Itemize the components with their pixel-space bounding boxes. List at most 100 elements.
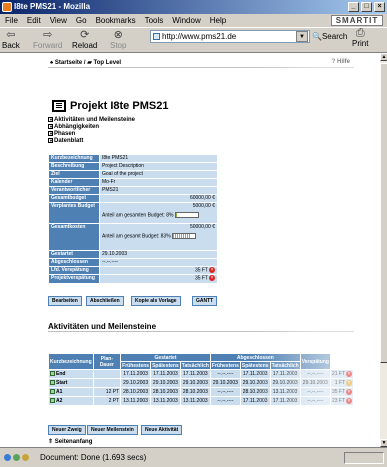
field-value-text: I8te PMS21	[102, 155, 129, 161]
new-milestone-button[interactable]: Neuer Meilenstein	[87, 425, 138, 435]
field-label: Ziel	[49, 171, 99, 178]
close-button[interactable]: ×	[374, 2, 385, 12]
menu-help[interactable]: Help	[210, 16, 226, 25]
field-value: I8te PMS21	[100, 155, 217, 162]
budget-share-text: Anteil am gesamt Budget: 83%	[102, 233, 171, 240]
section-link-activities[interactable]: ▼Aktivitäten und Meilensteine	[48, 117, 135, 123]
subheader: Frühestens	[210, 362, 240, 369]
close-project-button[interactable]: Abschließen	[86, 296, 124, 306]
info-row: Kalender Mo-Fr	[49, 179, 217, 186]
help-link[interactable]: ? Hilfe	[332, 59, 350, 65]
delay-value: 1 FT	[334, 380, 345, 386]
breadcrumb: ♠ Startseite / ▰ Top Level ? Hilfe	[50, 59, 350, 66]
delay-cell: 21 FT ×	[330, 370, 353, 378]
stop-button[interactable]: ⊗ Stop	[110, 29, 126, 50]
vertical-scrollbar[interactable]: ▲ ▼	[379, 53, 387, 447]
field-label: Verantwortlicher	[49, 187, 99, 194]
activity-name-cell[interactable]: Start	[49, 379, 93, 387]
activity-icon	[50, 398, 55, 404]
menu-bookmarks[interactable]: Bookmarks	[96, 16, 136, 25]
info-row: Kurzbezeichnung I8te PMS21	[49, 155, 217, 162]
plan-duration-cell: 12 PT	[93, 388, 121, 396]
table-row[interactable]: Start 29.10.2003 29.10.2003 29.10.2003 29.10…	[49, 379, 353, 387]
edit-button[interactable]: Bearbeiten	[48, 296, 82, 306]
info-row: Abgeschlossen --.--.----	[49, 259, 217, 266]
delay-warning-icon: ×	[346, 379, 352, 386]
up-arrow-icon: ⇑	[48, 439, 54, 445]
scroll-up-arrow[interactable]: ▲	[380, 53, 387, 61]
date-cell: 13.11.2003	[180, 397, 210, 405]
field-label: Gestartet	[49, 251, 99, 258]
menu-file[interactable]: File	[5, 16, 18, 25]
maximize-button[interactable]: □	[361, 2, 372, 12]
menu-edit[interactable]: Edit	[27, 16, 41, 25]
activity-name-cell[interactable]: End	[49, 370, 93, 378]
back-arrow-icon: ⇦	[6, 29, 16, 41]
date-cell: 13.11.2003	[151, 397, 180, 405]
date-cell: --.--.----	[300, 388, 330, 396]
date-cell: --.--.----	[210, 388, 240, 396]
planned-budget-row: Verplantes Budget 5000,00 € Anteil am gesa…	[49, 203, 217, 223]
url-input[interactable]: http://www.pms21.de	[150, 30, 310, 43]
activity-name-cell[interactable]: A1	[49, 388, 93, 396]
print-button[interactable]: ⎙ Print	[352, 27, 368, 48]
section-link-dependencies[interactable]: ▼Abhängigkeiten	[48, 124, 99, 130]
status-icon	[4, 454, 11, 461]
section-link-phases[interactable]: ▼Phasen	[48, 131, 75, 137]
delay-cell: 23 FT ×	[330, 397, 353, 405]
table-row[interactable]: End 17.11.2003 17.11.2003 17.11.2003 --.--.-…	[49, 370, 353, 378]
date-cell: 29.10.2003	[240, 379, 270, 387]
field-value: 60000,00 €	[100, 195, 217, 202]
date-cell: 13.11.2003	[121, 397, 151, 405]
field-value: Project Description	[100, 163, 217, 170]
scroll-down-arrow[interactable]: ▼	[380, 439, 387, 447]
reload-button[interactable]: ⟳ Reload	[72, 29, 97, 50]
minimize-button[interactable]: _	[348, 2, 359, 12]
new-activity-button[interactable]: Neue Aktivität	[141, 425, 183, 435]
header-started: Gestartet	[121, 354, 210, 361]
date-cell: --.--.----	[210, 397, 240, 405]
date-cell: 29.10.2003	[180, 379, 210, 387]
action-buttons: Bearbeiten Abschließen Kopie als Vorlage…	[48, 296, 248, 306]
stop-icon: ⊗	[113, 29, 123, 41]
section-link-datasheet[interactable]: ▼Datenblatt	[48, 138, 83, 144]
budget-amount: 5000,00 €	[192, 203, 215, 209]
divider	[48, 331, 354, 332]
table-row[interactable]: A2 2 PT 13.11.2003 13.11.2003 13.11.2003 --.-…	[49, 397, 353, 405]
url-dropdown-button[interactable]: ▼	[296, 31, 308, 42]
scroll-thumb[interactable]	[380, 63, 387, 363]
forward-button[interactable]: ⇨ Forward	[33, 29, 62, 50]
date-cell: 17.11.2003	[270, 397, 300, 405]
activity-buttons: Neuer Zweig Neuer Meilenstein Neue Aktiv…	[48, 425, 248, 435]
field-value-text: 60000,00 €	[189, 195, 215, 201]
breadcrumb-top-level[interactable]: Top Level	[94, 60, 122, 66]
menu-go[interactable]: Go	[76, 16, 87, 25]
field-value: Mo-Fr	[100, 179, 217, 186]
field-value-text: --.--.----	[102, 259, 119, 265]
info-row: Ziel Goal of the project	[49, 171, 217, 178]
date-cell: 17.11.2003	[240, 370, 270, 378]
delay-value: 21 FT	[331, 371, 345, 377]
subheader: Tatsächlich	[180, 362, 210, 369]
subheader: Tatsächlich	[270, 362, 300, 369]
activity-name-cell[interactable]: A2	[49, 397, 93, 405]
table-row[interactable]: A1 12 PT 28.10.2003 28.10.2003 28.10.2003 --.…	[49, 388, 353, 396]
header-plan: Plan-Dauer	[93, 354, 121, 369]
budget-progress-bar	[174, 212, 199, 218]
status-bar: Document: Done (1.693 secs)	[0, 447, 387, 467]
gantt-button[interactable]: GANTT	[192, 296, 218, 306]
budget-progress-fill	[173, 234, 192, 238]
back-to-top-link[interactable]: ⇑ Seitenanfang	[48, 438, 92, 445]
breadcrumb-start[interactable]: Startseite	[55, 60, 82, 66]
header-finished: Abgeschlossen	[210, 354, 300, 361]
delay-warning-icon: ×	[346, 388, 352, 395]
copy-as-template-button[interactable]: Kopie als Vorlage	[131, 296, 181, 306]
search-button[interactable]: 🔍Search	[312, 30, 347, 43]
menu-tools[interactable]: Tools	[145, 16, 164, 25]
menu-window[interactable]: Window	[172, 16, 200, 25]
new-branch-button[interactable]: Neuer Zweig	[48, 425, 86, 435]
back-button[interactable]: ⇦ Back	[2, 29, 20, 50]
info-row: Gestartet 29.10.2003	[49, 251, 217, 258]
field-label: Lfd. Verspätung	[49, 267, 99, 275]
menu-view[interactable]: View	[50, 16, 67, 25]
